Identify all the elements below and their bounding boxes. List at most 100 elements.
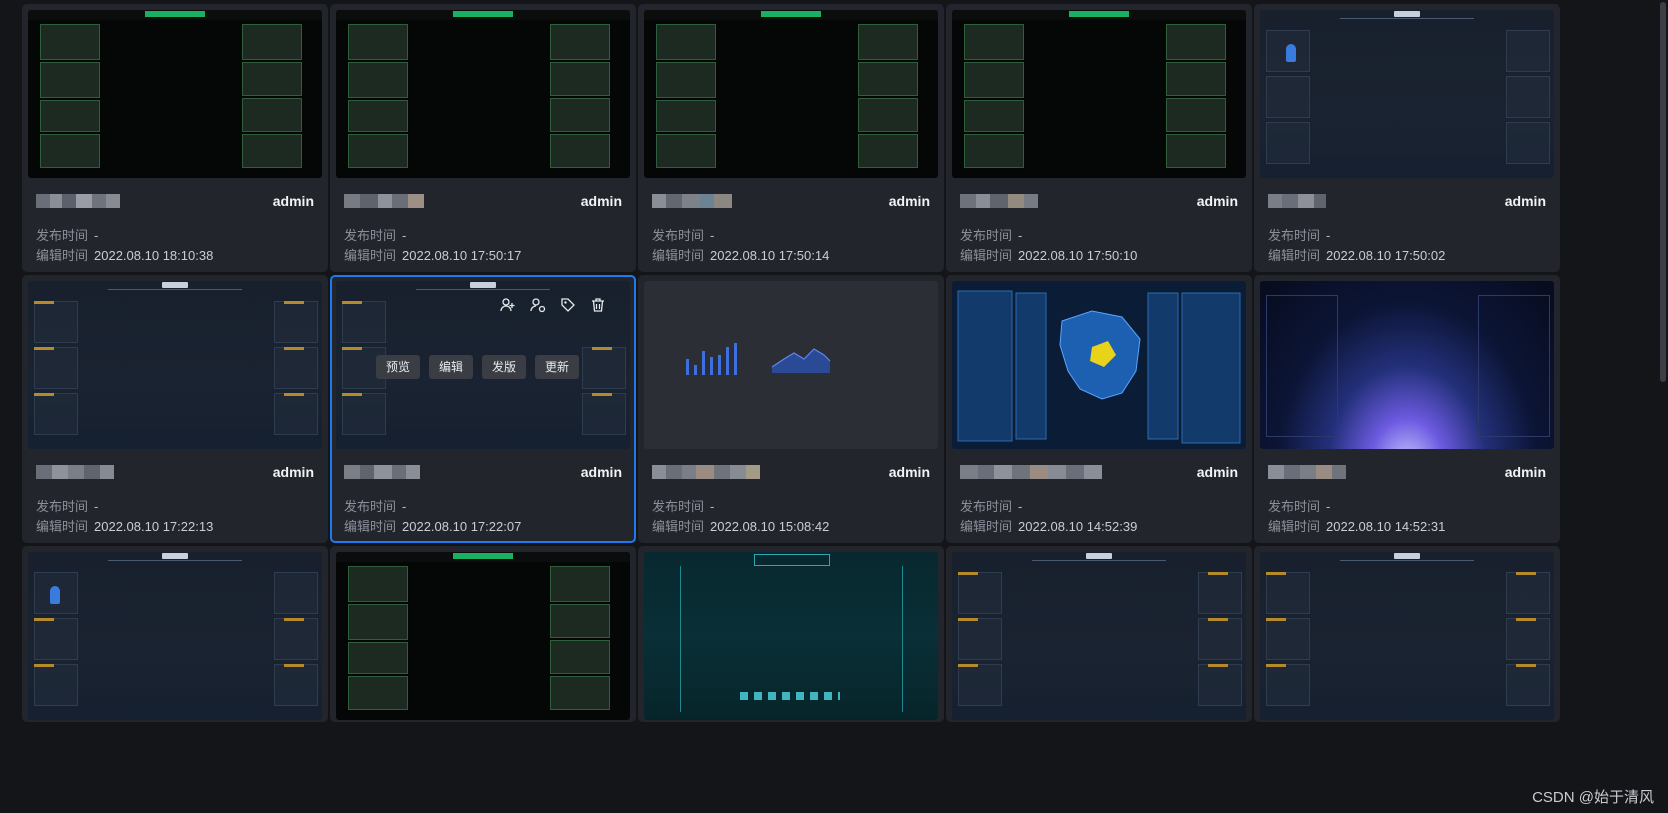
project-thumbnail	[1260, 281, 1554, 449]
edit-time-value: 2022.08.10 18:10:38	[94, 248, 214, 263]
project-title-blurred	[36, 465, 114, 479]
project-card[interactable]: admin 发布时间 - 编辑时间 2022.08.10 17:50:17	[330, 4, 636, 272]
publish-time-value: -	[710, 499, 715, 514]
project-title-blurred	[344, 194, 424, 208]
publish-time-label: 发布时间	[960, 499, 1013, 514]
update-button[interactable]: 更新	[535, 355, 580, 379]
project-thumbnail	[1260, 552, 1554, 720]
edit-time-label: 编辑时间	[652, 519, 705, 534]
user-settings-icon[interactable]	[530, 297, 546, 313]
publish-time-label: 发布时间	[344, 499, 397, 514]
project-card[interactable]	[946, 546, 1252, 722]
edit-time-value: 2022.08.10 17:50:14	[710, 248, 830, 263]
edit-time-value: 2022.08.10 17:50:17	[402, 248, 522, 263]
tag-icon[interactable]	[560, 297, 576, 313]
project-title-blurred	[960, 465, 1102, 479]
edit-time-label: 编辑时间	[36, 519, 89, 534]
thumbnail-mini-charts	[686, 343, 831, 375]
publish-time-value: -	[1326, 499, 1331, 514]
publish-time-value: -	[94, 228, 99, 243]
edit-time-label: 编辑时间	[344, 248, 397, 263]
project-card[interactable]	[22, 546, 328, 722]
project-owner: admin	[1196, 464, 1238, 480]
project-owner: admin	[1196, 193, 1238, 209]
project-card[interactable]: admin 发布时间 - 编辑时间 2022.08.10 15:08:42	[638, 275, 944, 543]
watermark: CSDN @始于清风	[1532, 789, 1654, 806]
project-title-blurred	[36, 194, 120, 208]
edit-time-label: 编辑时间	[652, 248, 705, 263]
publish-button[interactable]: 发版	[482, 355, 527, 379]
edit-time-value: 2022.08.10 17:22:13	[94, 519, 214, 534]
project-thumbnail	[952, 281, 1246, 449]
preview-button[interactable]: 预览	[376, 355, 421, 379]
project-owner: admin	[272, 464, 314, 480]
project-owner: admin	[580, 193, 622, 209]
trash-icon[interactable]	[590, 297, 606, 313]
edit-time-label: 编辑时间	[960, 248, 1013, 263]
publish-time-label: 发布时间	[960, 228, 1013, 243]
publish-time-label: 发布时间	[36, 228, 89, 243]
edit-time-label: 编辑时间	[1268, 519, 1321, 534]
publish-time-value: -	[94, 499, 99, 514]
project-thumbnail	[1260, 10, 1554, 178]
project-title-blurred	[960, 194, 1038, 208]
edit-time-value: 2022.08.10 17:50:10	[1018, 248, 1138, 263]
publish-time-value: -	[402, 499, 407, 514]
project-owner: admin	[1504, 464, 1546, 480]
edit-time-value: 2022.08.10 14:52:31	[1326, 519, 1446, 534]
project-thumbnail	[336, 10, 630, 178]
project-card[interactable]: admin 发布时间 - 编辑时间 2022.08.10 17:50:10	[946, 4, 1252, 272]
thumbnail-map-dashboard	[957, 290, 1241, 444]
publish-time-label: 发布时间	[344, 228, 397, 243]
project-thumbnail	[952, 10, 1246, 178]
project-thumbnail	[644, 281, 938, 449]
project-card[interactable]	[1254, 546, 1560, 722]
publish-time-label: 发布时间	[1268, 499, 1321, 514]
project-card[interactable]: admin 发布时间 - 编辑时间 2022.08.10 17:50:02	[1254, 4, 1560, 272]
publish-time-label: 发布时间	[652, 499, 705, 514]
publish-time-label: 发布时间	[652, 228, 705, 243]
project-title-blurred	[652, 194, 732, 208]
publish-time-value: -	[1018, 228, 1023, 243]
project-thumbnail	[28, 281, 322, 449]
project-card[interactable]	[638, 546, 944, 722]
edit-time-value: 2022.08.10 15:08:42	[710, 519, 830, 534]
project-title-blurred	[1268, 465, 1346, 479]
project-owner: admin	[272, 193, 314, 209]
edit-time-value: 2022.08.10 17:22:07	[402, 519, 522, 534]
edit-time-value: 2022.08.10 17:50:02	[1326, 248, 1446, 263]
project-card[interactable]: admin 发布时间 - 编辑时间 2022.08.10 17:22:13	[22, 275, 328, 543]
project-thumbnail	[28, 10, 322, 178]
edit-time-value: 2022.08.10 14:52:39	[1018, 519, 1138, 534]
project-card-selected[interactable]: 预览 编辑 发版 更新 admin 发布时间 - 编辑时间 2022.08.10 1…	[330, 275, 636, 543]
project-card[interactable]	[330, 546, 636, 722]
project-thumbnail	[28, 552, 322, 720]
project-thumbnail	[644, 10, 938, 178]
hover-actions-overlay: 预览 编辑 发版 更新	[336, 281, 630, 449]
project-thumbnail	[644, 552, 938, 720]
project-card[interactable]: admin 发布时间 - 编辑时间 2022.08.10 17:50:14	[638, 4, 944, 272]
project-card[interactable]: admin 发布时间 - 编辑时间 2022.08.10 14:52:39	[946, 275, 1252, 543]
publish-time-value: -	[1018, 499, 1023, 514]
publish-time-value: -	[1326, 228, 1331, 243]
project-owner: admin	[888, 464, 930, 480]
edit-time-label: 编辑时间	[1268, 248, 1321, 263]
publish-time-value: -	[710, 228, 715, 243]
project-title-blurred	[344, 465, 420, 479]
edit-time-label: 编辑时间	[960, 519, 1013, 534]
project-owner: admin	[580, 464, 622, 480]
add-user-icon[interactable]	[500, 297, 516, 313]
project-owner: admin	[1504, 193, 1546, 209]
project-title-blurred	[652, 465, 760, 479]
vertical-scrollbar[interactable]	[1660, 2, 1666, 382]
edit-time-label: 编辑时间	[36, 248, 89, 263]
project-card[interactable]: admin 发布时间 - 编辑时间 2022.08.10 18:10:38	[22, 4, 328, 272]
project-owner: admin	[888, 193, 930, 209]
publish-time-value: -	[402, 228, 407, 243]
project-card[interactable]: admin 发布时间 - 编辑时间 2022.08.10 14:52:31	[1254, 275, 1560, 543]
project-title-blurred	[1268, 194, 1326, 208]
edit-time-label: 编辑时间	[344, 519, 397, 534]
edit-button[interactable]: 编辑	[429, 355, 474, 379]
publish-time-label: 发布时间	[1268, 228, 1321, 243]
project-thumbnail	[952, 552, 1246, 720]
